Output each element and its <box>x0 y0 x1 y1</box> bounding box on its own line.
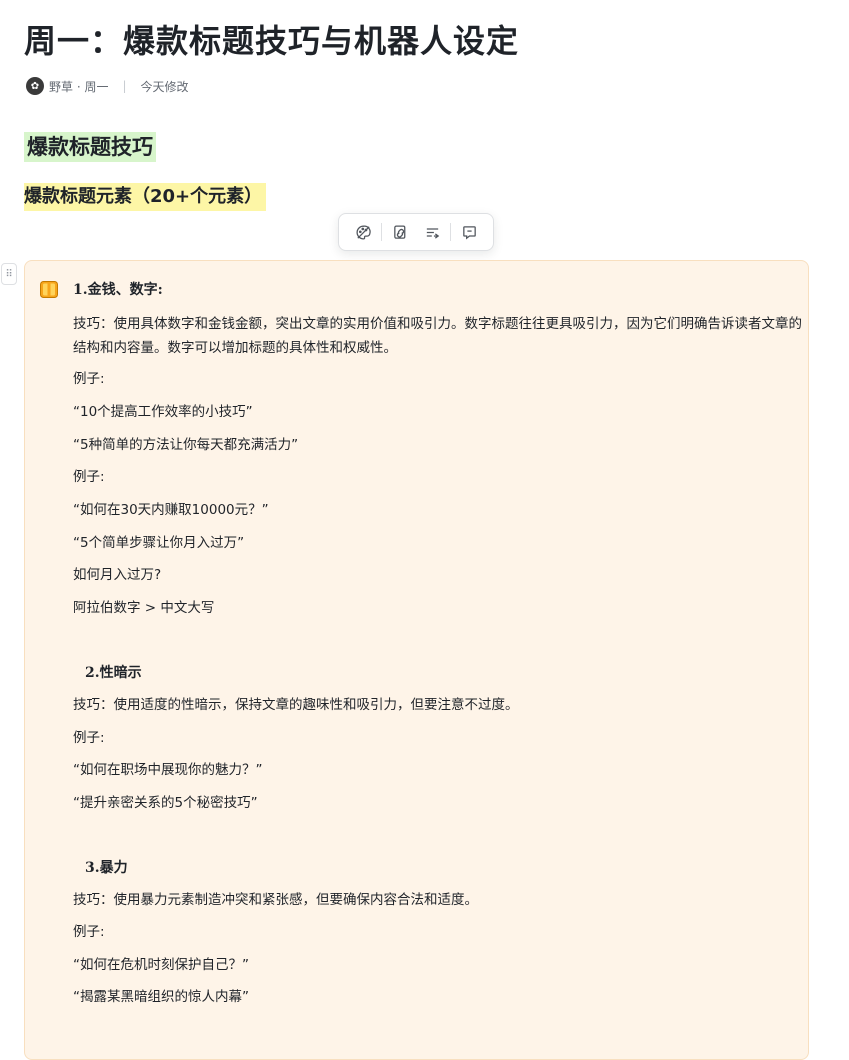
avatar[interactable]: ✿ <box>26 77 44 95</box>
doc-meta: ✿ 野草 · 周一 | 今天修改 <box>26 77 189 95</box>
link-icon[interactable] <box>386 218 414 246</box>
modified-time: 今天修改 <box>140 79 189 94</box>
list-item: “如何在30天内赚取10000元？” <box>73 502 269 518</box>
text-wrap-icon[interactable] <box>418 218 446 246</box>
page-title: 周一：爆款标题技巧与机器人设定 <box>24 22 520 60</box>
section-tip: 技巧：使用适度的性暗示，保持文章的趣味性和吸引力，但要注意不过度。 <box>73 697 519 713</box>
meta-divider: | <box>122 79 127 93</box>
list-item: 例子: <box>73 924 105 940</box>
section-title: 2.性暗示 <box>85 665 142 681</box>
list-item: 例子: <box>73 730 105 746</box>
list-item: 如何月入过万? <box>73 567 162 583</box>
section-tip: 技巧：使用暴力元素制造冲突和紧张感，但要确保内容合法和适度。 <box>73 892 478 908</box>
section-title: 1.金钱、数字: <box>73 282 163 298</box>
book-icon[interactable] <box>40 281 58 298</box>
list-item: 例子: <box>73 371 105 387</box>
toolbar-divider <box>450 223 451 241</box>
list-item: “10个提高工作效率的小技巧” <box>73 404 253 420</box>
heading-h1: 爆款标题技巧 <box>24 132 156 162</box>
list-item: “提升亲密关系的5个秘密技巧” <box>73 795 258 811</box>
list-item: 阿拉伯数字 > 中文大写 <box>73 600 215 616</box>
section-tip: 技巧：使用具体数字和金钱金额，突出文章的实用价值和吸引力。数字标题往往更具吸引力… <box>73 316 802 356</box>
list-item: “揭露某黑暗组织的惊人内幕” <box>73 989 249 1005</box>
palette-icon[interactable] <box>349 218 377 246</box>
comment-icon[interactable] <box>455 218 483 246</box>
list-item: “5种简单的方法让你每天都充满活力” <box>73 437 299 453</box>
list-item: “如何在危机时刻保护自己？” <box>73 957 249 973</box>
callout-block: 1.金钱、数字: 技巧：使用具体数字和金钱金额，突出文章的实用价值和吸引力。数字… <box>24 260 809 1060</box>
list-item: “如何在职场中展现你的魅力？” <box>73 762 263 778</box>
list-item: 例子: <box>73 469 105 485</box>
heading-h2: 爆款标题元素（20+个元素） <box>24 183 267 211</box>
block-drag-handle[interactable]: ⠿ <box>1 263 17 285</box>
toolbar-divider <box>381 223 382 241</box>
section-title: 3.暴力 <box>85 860 128 876</box>
floating-toolbar <box>338 213 494 251</box>
list-item: “5个简单步骤让你月入过万” <box>73 535 245 551</box>
author-name[interactable]: 野草 · 周一 <box>49 78 108 95</box>
